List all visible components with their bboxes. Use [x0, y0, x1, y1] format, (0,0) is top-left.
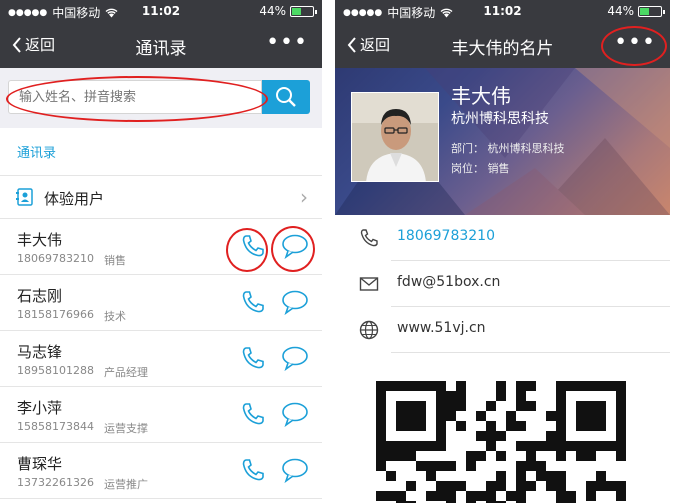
- avatar: [351, 92, 439, 182]
- contact-phone: 18958101288: [17, 364, 94, 377]
- website-url[interactable]: www.51vj.cn: [397, 320, 486, 336]
- person-photo: [352, 93, 438, 181]
- business-card-screen: ●●●●● 中国移动 11:02 44% 返回 丰大伟的名片 ••• 丰大伟 杭…: [335, 0, 670, 503]
- battery-percent: 44%: [259, 4, 286, 18]
- search-button[interactable]: [262, 80, 310, 114]
- more-icon[interactable]: •••: [266, 30, 308, 55]
- annotation-circle: [271, 226, 315, 272]
- trial-users-label: 体验用户: [44, 190, 105, 208]
- battery-icon: [290, 5, 317, 17]
- message-button[interactable]: [281, 289, 309, 319]
- contact-role: 销售: [104, 254, 126, 267]
- annotation-circle: [6, 76, 268, 122]
- card-department: 部门： 杭州博科思科技: [451, 142, 565, 155]
- contact-row[interactable]: 李小萍 15858173844 运营支撑: [0, 387, 322, 443]
- call-button[interactable]: [240, 401, 266, 431]
- contact-name: 李小萍: [17, 399, 63, 417]
- contact-card-icon: [16, 188, 33, 206]
- qr-code: [373, 378, 629, 503]
- search-icon: [276, 87, 296, 107]
- call-button[interactable]: [240, 289, 266, 319]
- email-address[interactable]: fdw@51box.cn: [397, 274, 500, 290]
- email-icon: [359, 277, 379, 291]
- phone-number[interactable]: 18069783210: [397, 228, 495, 244]
- card-name: 丰大伟: [451, 84, 511, 108]
- status-bar: ●●●●● 中国移动 11:02 44%: [335, 0, 670, 22]
- contact-role: 技术: [104, 310, 126, 323]
- phone-icon: [242, 347, 264, 369]
- contact-row[interactable]: 马志锋 18958101288 产品经理: [0, 331, 322, 387]
- contact-role: 运营推广: [104, 478, 148, 491]
- battery-percent: 44%: [607, 4, 634, 18]
- contact-row[interactable]: 曹琛华 13732261326 运营推广: [0, 443, 322, 499]
- card-company: 杭州博科思科技: [451, 111, 549, 127]
- call-button[interactable]: [240, 457, 266, 487]
- chat-bubble-icon: [282, 458, 308, 484]
- contact-role: 运营支撑: [104, 422, 148, 435]
- contact-role: 产品经理: [104, 366, 148, 379]
- contact-name: 曹琛华: [17, 455, 63, 473]
- email-row[interactable]: fdw@51box.cn: [335, 261, 670, 307]
- contact-phone: 15858173844: [17, 420, 94, 433]
- nav-bar: 返回 通讯录 •••: [0, 22, 322, 68]
- divider: [391, 352, 670, 353]
- card-position: 岗位： 销售: [451, 162, 510, 175]
- contacts-screen: ●●●●● 中国移动 11:02 44% 返回 通讯录 ••• 通讯录 体验用户…: [0, 0, 322, 503]
- call-button[interactable]: [240, 345, 266, 375]
- chat-bubble-icon: [282, 290, 308, 316]
- phone-icon: [242, 403, 264, 425]
- message-button[interactable]: [281, 457, 309, 487]
- contact-phone: 18158176966: [17, 308, 94, 321]
- phone-icon: [242, 459, 264, 481]
- section-label: 通讯录: [17, 146, 57, 161]
- battery-icon: [638, 5, 665, 17]
- chat-bubble-icon: [282, 402, 308, 428]
- message-button[interactable]: [281, 345, 309, 375]
- card-header: 丰大伟 杭州博科思科技 部门： 杭州博科思科技 岗位： 销售: [335, 68, 670, 215]
- contact-phone: 13732261326: [17, 476, 94, 489]
- contact-name: 丰大伟: [17, 231, 63, 249]
- annotation-circle: [226, 228, 268, 272]
- contact-row[interactable]: 石志刚 18158176966 技术: [0, 275, 322, 331]
- contact-phone: 18069783210: [17, 252, 94, 265]
- globe-icon: [359, 320, 379, 340]
- message-button[interactable]: [281, 401, 309, 431]
- contact-name: 马志锋: [17, 343, 63, 361]
- status-bar: ●●●●● 中国移动 11:02 44%: [0, 0, 322, 22]
- trial-users-row[interactable]: 体验用户 ›: [0, 175, 322, 219]
- phone-row[interactable]: 18069783210: [335, 215, 670, 261]
- phone-icon: [242, 291, 264, 313]
- website-row[interactable]: www.51vj.cn: [335, 307, 670, 353]
- contact-name: 石志刚: [17, 287, 63, 305]
- annotation-circle: [601, 26, 667, 66]
- chat-bubble-icon: [282, 346, 308, 372]
- phone-icon: [360, 229, 378, 247]
- chevron-right-icon: ›: [300, 185, 308, 209]
